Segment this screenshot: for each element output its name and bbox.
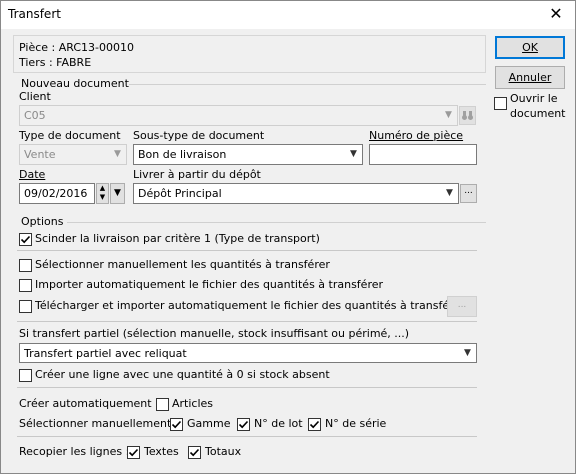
telecharger-browse-button: ... bbox=[447, 296, 477, 317]
type-document-combo: Vente ▼ bbox=[19, 144, 127, 165]
date-input[interactable]: 09/02/2016 bbox=[19, 183, 95, 204]
scinder-label: Scinder la livraison par critère 1 (Type… bbox=[35, 232, 320, 245]
checkmark-icon bbox=[20, 235, 31, 244]
chevron-down-icon: ▼ bbox=[114, 149, 121, 159]
sous-type-combo[interactable]: Bon de livraison ▼ bbox=[133, 144, 363, 165]
importer-checkbox[interactable] bbox=[19, 279, 32, 292]
depot-browse-button[interactable]: ... bbox=[460, 184, 477, 203]
checkmark-icon bbox=[189, 448, 200, 457]
chevron-down-icon: ▼ bbox=[446, 188, 453, 198]
textes-label: Textes bbox=[144, 445, 179, 458]
separator bbox=[17, 436, 477, 437]
scinder-checkbox[interactable] bbox=[19, 233, 32, 246]
ellipsis-text: ... bbox=[457, 300, 467, 310]
checkmark-icon bbox=[171, 420, 182, 429]
piece-label: Pièce : ARC13-00010 bbox=[19, 41, 134, 54]
transfert-partiel-value: Transfert partiel avec reliquat bbox=[24, 347, 187, 360]
gamme-label: Gamme bbox=[187, 417, 231, 430]
date-value: 09/02/2016 bbox=[24, 187, 88, 200]
close-icon[interactable]: ✕ bbox=[543, 3, 569, 25]
lot-label: N° de lot bbox=[254, 417, 303, 430]
type-document-label: Type de document bbox=[19, 129, 121, 142]
type-document-value: Vente bbox=[24, 148, 56, 161]
totaux-checkbox[interactable] bbox=[188, 446, 201, 459]
articles-label: Articles bbox=[172, 397, 214, 410]
textes-checkbox[interactable] bbox=[127, 446, 140, 459]
annuler-button-label: Annuler bbox=[508, 71, 552, 84]
transfert-dialog: Transfert ✕ Pièce : ARC13-00010 Tiers : … bbox=[0, 0, 576, 474]
separator bbox=[17, 387, 477, 388]
client-value: C05 bbox=[24, 109, 46, 122]
ouvrir-label-line2: document bbox=[510, 107, 566, 120]
gamme-checkbox[interactable] bbox=[170, 418, 183, 431]
checkmark-icon bbox=[238, 420, 249, 429]
chevron-down-icon: ▼ bbox=[350, 149, 357, 159]
date-spin-button[interactable]: ▲ ▼ bbox=[96, 183, 109, 204]
binoculars-icon bbox=[459, 106, 476, 125]
separator bbox=[17, 321, 477, 322]
ouvrir-label-line1: Ouvrir le bbox=[510, 92, 558, 105]
date-label: Date bbox=[19, 168, 46, 181]
tiers-label: Tiers : FABRE bbox=[19, 56, 92, 69]
lot-checkbox[interactable] bbox=[237, 418, 250, 431]
sous-type-label: Sous-type de document bbox=[133, 129, 265, 142]
ok-button[interactable]: OK bbox=[495, 36, 565, 59]
client-combo: C05 ▼ bbox=[19, 105, 458, 126]
chevron-down-icon: ▼ bbox=[445, 110, 452, 120]
recopier-label: Recopier les lignes : bbox=[19, 445, 130, 458]
ellipsis-text: ... bbox=[464, 186, 473, 196]
numero-piece-label: Numéro de pièce bbox=[369, 129, 464, 142]
nouveau-document-legend: Nouveau document bbox=[21, 77, 129, 90]
telecharger-checkbox[interactable] bbox=[19, 300, 32, 313]
window-title: Transfert bbox=[8, 7, 61, 21]
separator bbox=[17, 250, 477, 251]
articles-checkbox[interactable] bbox=[156, 398, 169, 411]
depot-combo[interactable]: Dépôt Principal ▼ bbox=[133, 183, 459, 204]
annuler-button[interactable]: Annuler bbox=[495, 66, 565, 89]
client-label: Client bbox=[19, 90, 51, 103]
calendar-dropdown-icon[interactable]: ▼ bbox=[110, 183, 125, 204]
select-manu-label: Sélectionner manuellement : bbox=[19, 417, 179, 430]
transfert-partiel-label: Si transfert partiel (sélection manuelle… bbox=[19, 327, 410, 340]
depot-value: Dépôt Principal bbox=[138, 187, 222, 200]
telecharger-label: Télécharger et importer automatiquement … bbox=[35, 299, 465, 312]
options-legend: Options bbox=[21, 215, 64, 228]
selectionner-checkbox[interactable] bbox=[19, 259, 32, 272]
serie-label: N° de série bbox=[325, 417, 387, 430]
totaux-label: Totaux bbox=[205, 445, 242, 458]
transfert-partiel-combo[interactable]: Transfert partiel avec reliquat ▼ bbox=[19, 343, 477, 363]
depot-label: Livrer à partir du dépôt bbox=[133, 168, 261, 181]
checkmark-icon bbox=[128, 448, 139, 457]
options-divider bbox=[67, 222, 486, 223]
creer-ligne-checkbox[interactable] bbox=[19, 369, 32, 382]
numero-piece-input[interactable] bbox=[369, 144, 477, 165]
ouvrir-document-checkbox[interactable] bbox=[494, 97, 507, 110]
sous-type-value: Bon de livraison bbox=[138, 148, 227, 161]
serie-checkbox[interactable] bbox=[308, 418, 321, 431]
importer-label: Importer automatiquement le fichier des … bbox=[35, 278, 384, 291]
checkmark-icon bbox=[309, 420, 320, 429]
creer-auto-label: Créer automatiquement : bbox=[19, 397, 159, 410]
creer-ligne-label: Créer une ligne avec une quantité à 0 si… bbox=[35, 368, 330, 381]
title-bar: Transfert ✕ bbox=[1, 1, 575, 29]
nouveau-divider bbox=[129, 84, 486, 85]
selectionner-label: Sélectionner manuellement les quantités … bbox=[35, 258, 330, 271]
ok-button-label: OK bbox=[522, 41, 538, 54]
chevron-down-icon: ▼ bbox=[464, 348, 471, 358]
